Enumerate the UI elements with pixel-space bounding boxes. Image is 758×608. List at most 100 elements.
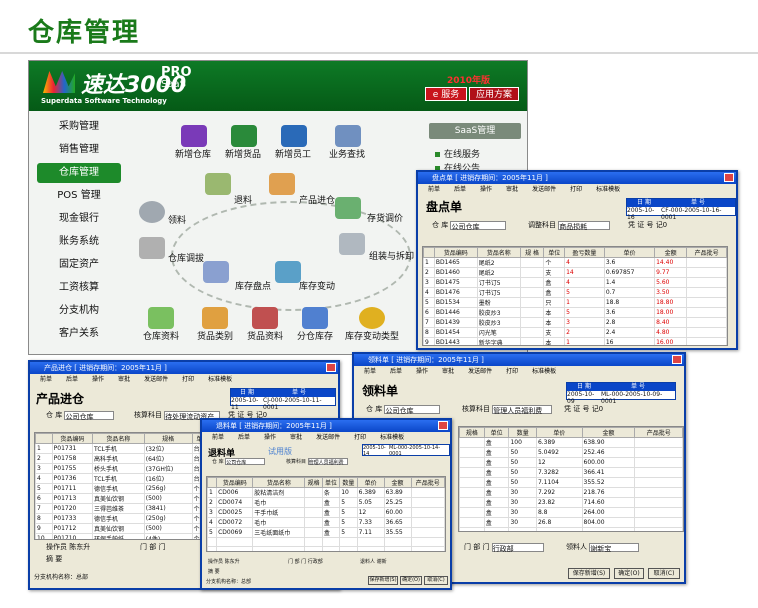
nav-item[interactable]: 销售管理 <box>37 140 121 160</box>
toolbar-item[interactable]: 审批 <box>506 186 518 193</box>
table-row[interactable]: 盒 50 7.3282 366.41 <box>459 467 683 478</box>
stock-change-button[interactable] <box>275 261 301 283</box>
table-row[interactable]: 盒 100 6.389 638.90 <box>459 437 683 448</box>
toolbar-item[interactable]: 审批 <box>290 434 302 441</box>
solution-button[interactable]: 应用方案 <box>469 87 519 101</box>
warehouse-field[interactable]: 仓 库 公司仓库 <box>432 220 507 231</box>
online-service-link[interactable]: 在线服务 <box>435 147 480 160</box>
toolbar-item[interactable]: 标准模板 <box>532 368 556 375</box>
toolbar-item[interactable]: 标准模板 <box>596 186 620 193</box>
toolbar-item[interactable]: 发送邮件 <box>468 368 492 375</box>
table-row[interactable]: 1 P01731 TCL手机 (32位) 台 <box>35 443 213 454</box>
table-row[interactable]: 盒 50 7.1104 355.52 <box>459 477 683 488</box>
table-row[interactable]: 2 P01758 高科手机 (64位) 台 <box>35 453 213 464</box>
nav-item[interactable]: 账务系统 <box>37 232 121 252</box>
table-row[interactable]: 4 BD1476 订书订5 盒 5 0.7 3.50 <box>423 287 727 298</box>
receiver-field[interactable]: 领料人 谢新宝 <box>566 542 640 553</box>
table-row[interactable]: 7 BD1439 胶皮炒3 本 3 2.8 8.40 <box>423 317 727 328</box>
table-row[interactable]: 3 P01755 桥头手机 (37GH位) 台 <box>35 463 213 474</box>
table-row[interactable]: 9 P01712 真美仙饮钢 (500) 个 <box>35 523 213 534</box>
table-row[interactable]: 1 BD1465 尾纸2 个 4 3.6 14.40 <box>423 257 727 268</box>
table-row[interactable]: 5 CD0069 三毛纸面纸巾盒 5 7.11 35.55 <box>207 527 445 538</box>
nav-item[interactable]: 固定资产 <box>37 255 121 275</box>
number-field[interactable]: ML-000-2005-10-09-0001 <box>601 391 675 405</box>
toolbar-item[interactable]: 打印 <box>570 186 582 193</box>
table-row[interactable]: 4 CD0072 毛巾 盒 5 7.33 36.65 <box>207 517 445 528</box>
warehouse-data-button[interactable]: 仓库资料 <box>143 307 179 342</box>
ok-button[interactable]: 确定(O) <box>614 568 644 579</box>
toolbar-item[interactable]: 发送邮件 <box>532 186 556 193</box>
table-row[interactable]: 5 P01711 德信手机 (256g) 个 <box>35 483 213 494</box>
table-row[interactable]: 9 BD1443 新华字典 本 1 16 16.00 <box>423 337 727 345</box>
new-employee-button[interactable]: 新增员工 <box>275 125 311 160</box>
change-type-button[interactable]: 库存变动类型 <box>345 307 399 342</box>
dept-field[interactable]: 门 部 门 行政部 <box>288 558 323 565</box>
subject-field[interactable]: 核算科目 管理人员福利费 <box>286 458 348 466</box>
close-icon[interactable] <box>672 355 682 364</box>
summary-field[interactable]: 摘 要 <box>46 554 62 564</box>
number-field[interactable]: CJ-000-2005-10-11-0001 <box>263 397 335 411</box>
toolbar-item[interactable]: 审批 <box>118 376 130 383</box>
table-row[interactable]: 10 P01710 环保手帕纸 (4件) 个 <box>35 533 213 539</box>
stocktake-button[interactable] <box>203 261 229 283</box>
table-row[interactable]: 2 CD0074 毛巾 盒 5 5.05 25.25 <box>207 497 445 508</box>
nav-item[interactable]: POS 管理 <box>37 186 121 206</box>
business-search-button[interactable]: 业务查找 <box>329 125 365 160</box>
warehouse-field[interactable]: 仓 库 公司仓库 <box>212 458 266 466</box>
product-in-button[interactable] <box>269 173 295 195</box>
table-row[interactable]: 2 BD1460 尾纸2 支 14 0.697857 9.77 <box>423 267 727 278</box>
toolbar-item[interactable]: 发送邮件 <box>316 434 340 441</box>
table-row[interactable]: 盒 30 23.82 714.60 <box>459 497 683 508</box>
cancel-button[interactable]: 取消(C) <box>424 576 448 585</box>
subject-field[interactable]: 调整科目 商品损耗 <box>528 220 611 231</box>
e-service-button[interactable]: e 服务 <box>425 87 467 101</box>
toolbar-item[interactable]: 后单 <box>454 186 466 193</box>
table-row[interactable]: 8 P01733 德信手机 (250g) 个 <box>35 513 213 524</box>
date-field[interactable]: 2005-10-09 <box>567 391 601 405</box>
toolbar-item[interactable]: 操作 <box>264 434 276 441</box>
table-row[interactable]: 4 P01736 TCL手机 (16位) 台 <box>35 473 213 484</box>
toolbar-item[interactable]: 前单 <box>40 376 52 383</box>
new-warehouse-button[interactable]: 新增仓库 <box>175 125 211 160</box>
transfer-button[interactable] <box>139 237 165 259</box>
ok-button[interactable]: 确定(O) <box>400 576 422 585</box>
toolbar-item[interactable]: 操作 <box>92 376 104 383</box>
new-goods-button[interactable]: 新增货品 <box>225 125 261 160</box>
table-row[interactable]: 盒 50 5.0492 252.46 <box>459 447 683 458</box>
table-row[interactable]: 7 P01720 三得芭维茶 (3841) 个 <box>35 503 213 514</box>
summary-field[interactable]: 摘 要 <box>208 568 220 575</box>
toolbar-item[interactable]: 打印 <box>354 434 366 441</box>
nav-item[interactable]: 仓库管理 <box>37 163 121 183</box>
table-row[interactable]: 盒 30 26.8 804.00 <box>459 517 683 528</box>
date-field[interactable]: 2005-10-11 <box>231 397 263 411</box>
dept-field[interactable]: 门 部 门 <box>140 542 165 552</box>
table-row[interactable]: 3 CD0025 干手巾纸 盒 5 12 60.00 <box>207 507 445 518</box>
toolbar-item[interactable]: 后单 <box>238 434 250 441</box>
toolbar-item[interactable]: 后单 <box>66 376 78 383</box>
save-new-button[interactable]: 保存新增(S) <box>368 576 398 585</box>
return-material-button[interactable] <box>205 173 231 195</box>
toolbar-item[interactable]: 前单 <box>212 434 224 441</box>
toolbar-item[interactable]: 发送邮件 <box>144 376 168 383</box>
save-new-button[interactable]: 保存新增(S) <box>568 568 610 579</box>
date-field[interactable]: 2005-10-14 <box>363 445 389 457</box>
table-row[interactable]: 8 BD1454 闪光笔 支 2 2.4 4.80 <box>423 327 727 338</box>
table-row[interactable]: 盒 50 12 600.00 <box>459 457 683 468</box>
table-row[interactable]: 盒 30 7.292 218.76 <box>459 487 683 498</box>
goods-data-button[interactable]: 货品资料 <box>247 307 283 342</box>
cancel-button[interactable]: 取消(C) <box>648 568 680 579</box>
toolbar-item[interactable]: 操作 <box>416 368 428 375</box>
warehouse-field[interactable]: 仓 库 公司仓库 <box>46 410 115 421</box>
table-row[interactable]: 3 BD1475 订书订5 盒 4 1.4 5.60 <box>423 277 727 288</box>
toolbar-item[interactable]: 前单 <box>364 368 376 375</box>
toolbar-item[interactable]: 前单 <box>428 186 440 193</box>
receiver-field[interactable]: 退料人 谢新 <box>360 558 387 565</box>
close-icon[interactable] <box>326 363 336 372</box>
nav-item[interactable]: 采购管理 <box>37 117 121 137</box>
assembly-button[interactable] <box>339 233 365 255</box>
branch-stock-button[interactable]: 分仓库存 <box>297 307 333 342</box>
price-adjust-button[interactable] <box>335 197 361 219</box>
pick-material-button[interactable] <box>139 201 165 223</box>
table-row[interactable]: 1 CD006 胶粘清洁剂 条 10 6.389 63.89 <box>207 487 445 498</box>
toolbar-item[interactable]: 标准模板 <box>208 376 232 383</box>
